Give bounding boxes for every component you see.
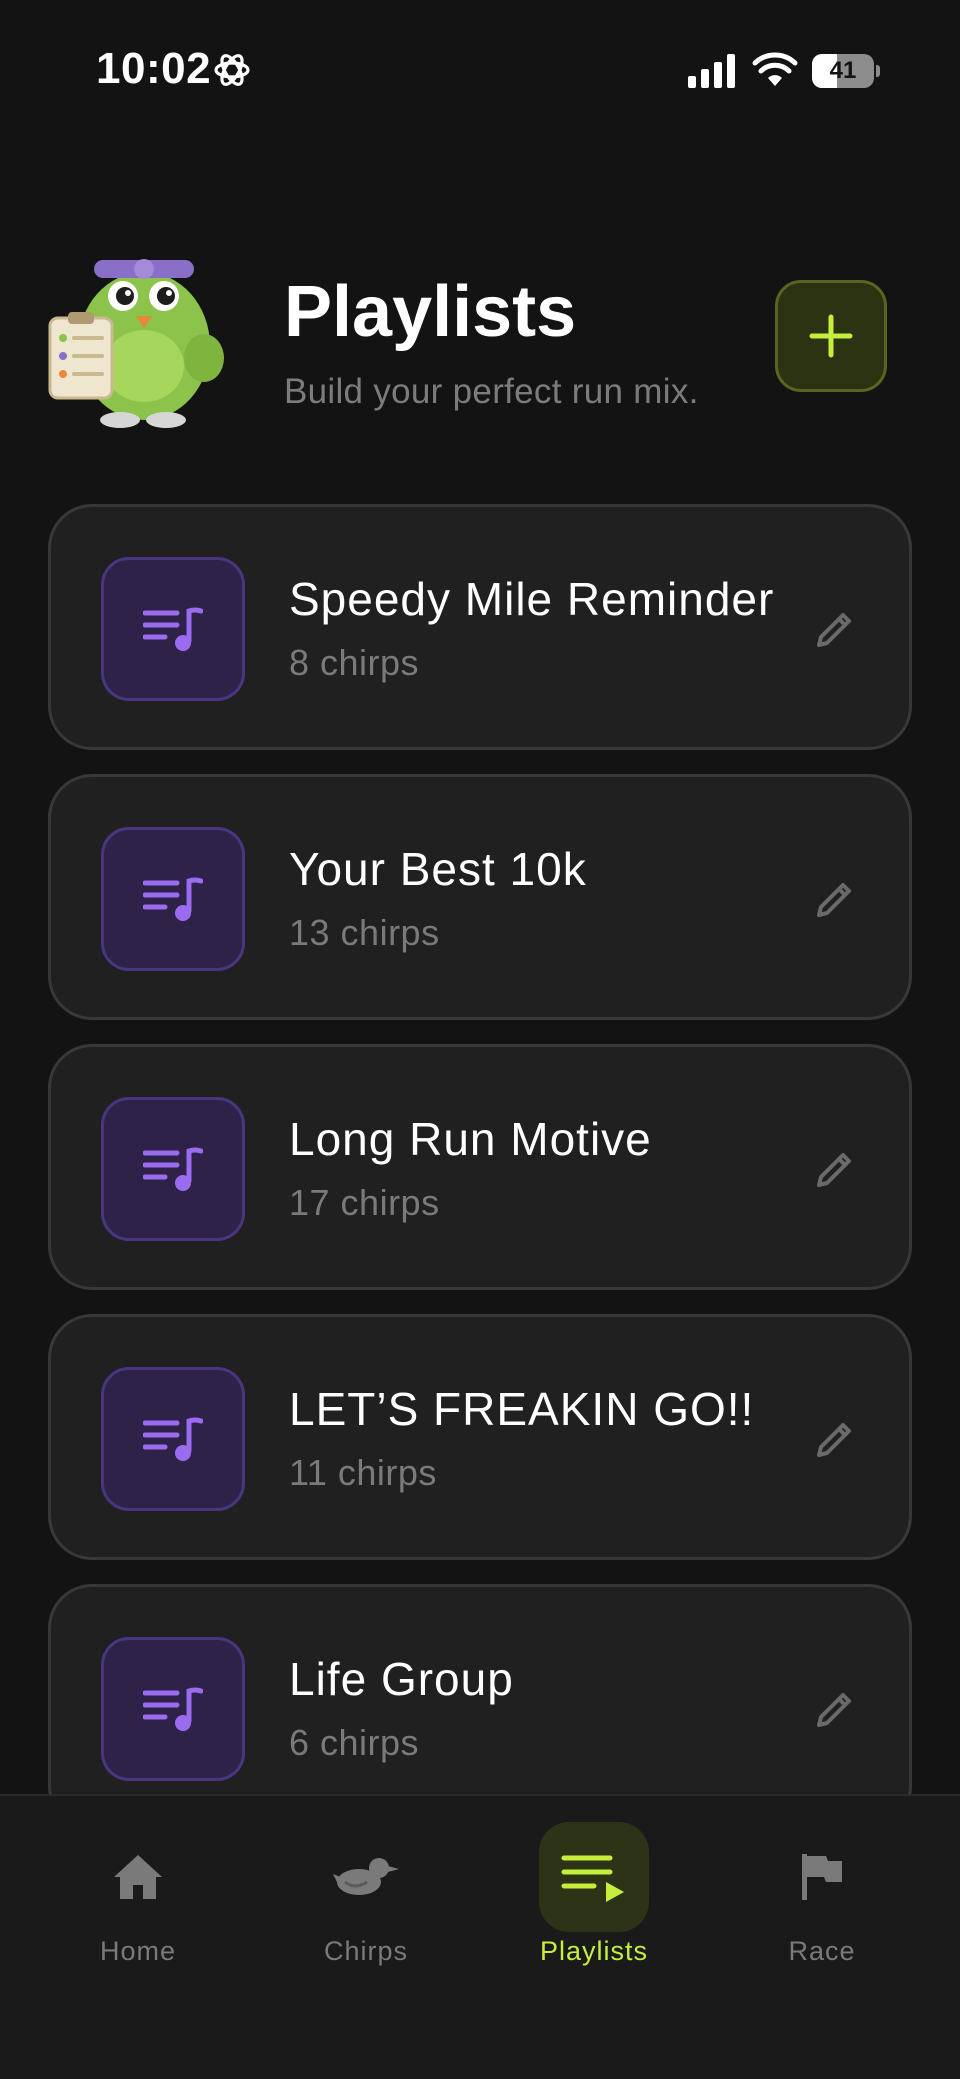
- battery-icon: 41: [812, 54, 880, 88]
- tab-playlists[interactable]: Playlists: [479, 1796, 709, 2036]
- playlist-list[interactable]: Speedy Mile Reminder 8 chirps Your Best …: [48, 504, 912, 1794]
- tab-home[interactable]: Home: [23, 1796, 253, 2036]
- playlist-count: 8 chirps: [289, 642, 420, 683]
- signal-icon: [688, 54, 735, 88]
- playlist-music-icon: [143, 607, 203, 651]
- playlist-name: Life Group: [289, 1653, 514, 1705]
- playlist-music-icon: [143, 877, 203, 921]
- edit-pencil-icon[interactable]: [811, 1417, 857, 1463]
- battery-body: 41: [812, 54, 874, 88]
- edit-pencil-icon[interactable]: [811, 1687, 857, 1733]
- tab-chirps[interactable]: Chirps: [251, 1796, 481, 2036]
- mascot-bird-illustration: [48, 259, 224, 428]
- playlist-name: Your Best 10k: [289, 843, 587, 895]
- playlist-card[interactable]: Long Run Motive 17 chirps: [48, 1044, 912, 1290]
- gear-icon: [214, 54, 250, 86]
- plus-icon: [809, 314, 853, 358]
- playlist-count: 17 chirps: [289, 1182, 440, 1223]
- playlist-icon-tile: [101, 557, 245, 701]
- tab-label: Race: [788, 1936, 856, 1966]
- playlist-card[interactable]: Your Best 10k 13 chirps: [48, 774, 912, 1020]
- tab-label: Chirps: [323, 1936, 409, 1966]
- battery-cap: [876, 65, 880, 77]
- tab-icon-container-active: [539, 1822, 649, 1932]
- bird-icon: [333, 1858, 399, 1895]
- tab-icon-container: [767, 1822, 877, 1932]
- playlist-card[interactable]: LET’S FREAKIN GO!! 11 chirps: [48, 1314, 912, 1560]
- wifi-icon: [752, 52, 798, 86]
- playlist-count: 11 chirps: [289, 1452, 437, 1493]
- edit-pencil-icon[interactable]: [811, 1147, 857, 1193]
- playlist-card[interactable]: Life Group 6 chirps: [48, 1584, 912, 1794]
- playlist-name: Long Run Motive: [289, 1113, 652, 1165]
- playlist-music-icon: [143, 1147, 203, 1191]
- playlist-name: LET’S FREAKIN GO!!: [289, 1383, 755, 1435]
- playlist-icon-tile: [101, 1637, 245, 1781]
- playlist-count: 6 chirps: [289, 1722, 420, 1763]
- playlist-name: Speedy Mile Reminder: [289, 573, 775, 625]
- playlist-icon: [561, 1855, 624, 1902]
- edit-pencil-icon[interactable]: [811, 877, 857, 923]
- playlist-music-icon: [143, 1687, 203, 1731]
- flag-icon: [802, 1854, 842, 1900]
- playlist-icon-tile: [101, 1367, 245, 1511]
- tab-icon-container: [83, 1822, 193, 1932]
- playlist-card[interactable]: Speedy Mile Reminder 8 chirps: [48, 504, 912, 750]
- edit-pencil-icon[interactable]: [811, 607, 857, 653]
- battery-level: 41: [829, 57, 857, 84]
- tab-icon-container: [311, 1822, 421, 1932]
- tab-label: Home: [99, 1936, 177, 1966]
- home-icon: [114, 1855, 162, 1899]
- add-playlist-button[interactable]: [775, 280, 887, 392]
- playlist-count: 13 chirps: [289, 912, 440, 953]
- tab-race[interactable]: Race: [707, 1796, 937, 2036]
- playlist-icon-tile: [101, 827, 245, 971]
- status-bar: 10:02 41: [0, 0, 960, 140]
- playlist-icon-tile: [101, 1097, 245, 1241]
- bottom-tab-bar: Home Chirps Playlists Race: [0, 1794, 960, 2079]
- playlist-music-icon: [143, 1417, 203, 1461]
- page-title: Playlists: [284, 272, 577, 352]
- page-subtitle: Build your perfect run mix.: [284, 372, 699, 411]
- tab-label-active: Playlists: [539, 1936, 649, 1966]
- status-time: 10:02: [96, 44, 212, 93]
